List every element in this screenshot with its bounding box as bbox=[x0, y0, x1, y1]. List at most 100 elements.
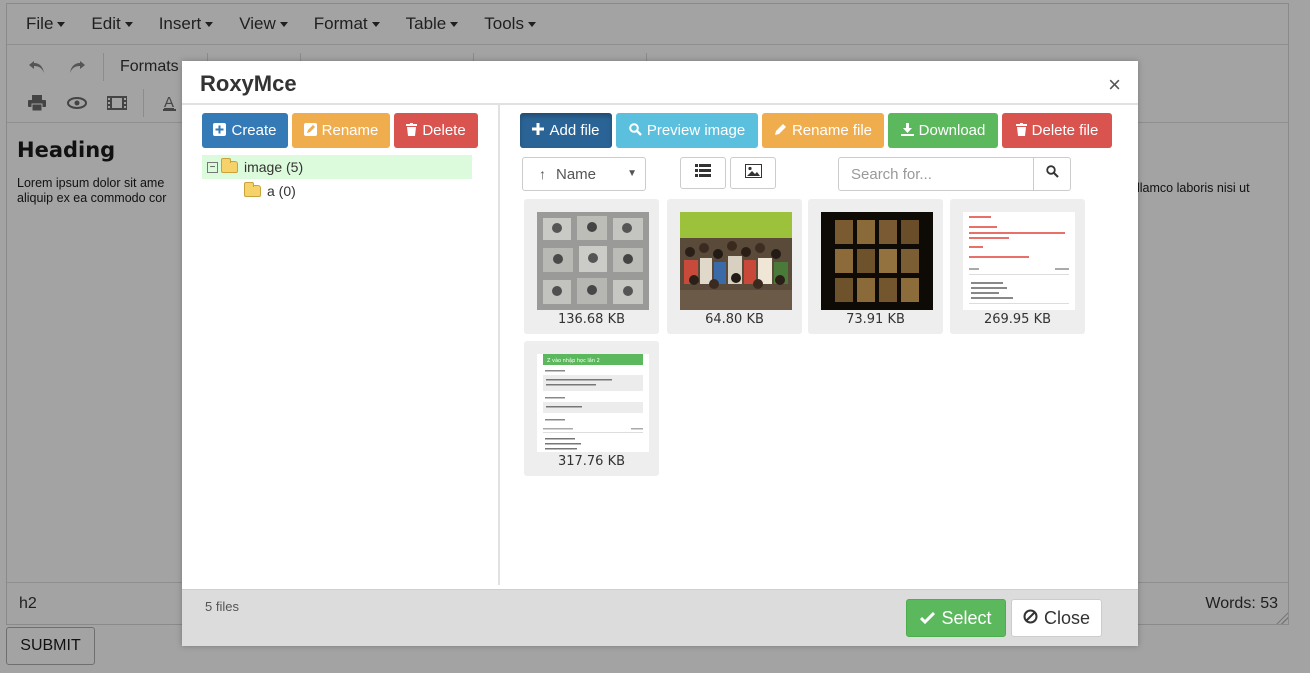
toolbar-divider bbox=[103, 53, 104, 81]
menu-edit[interactable]: Edit bbox=[85, 14, 138, 34]
chevron-down-icon bbox=[57, 22, 66, 28]
chevron-down-icon bbox=[527, 22, 536, 28]
menu-insert[interactable]: Insert bbox=[153, 14, 220, 34]
folder-open-icon bbox=[221, 158, 238, 173]
submit-button[interactable]: SUBMIT bbox=[6, 627, 95, 665]
select-button[interactable]: Select bbox=[906, 599, 1006, 637]
select-label: Select bbox=[941, 607, 992, 628]
trash-icon bbox=[406, 122, 418, 139]
editor-menubar: File Edit Insert View Format Table Tools bbox=[7, 4, 1288, 45]
dialog-close-x-button[interactable]: × bbox=[1108, 74, 1121, 96]
plus-icon bbox=[532, 123, 545, 138]
create-folder-button[interactable]: Create bbox=[202, 113, 288, 148]
search-icon bbox=[629, 122, 642, 139]
download-button[interactable]: Download bbox=[888, 113, 998, 148]
tree-item-label: image (5) bbox=[244, 159, 304, 175]
edit-square-icon bbox=[303, 122, 317, 139]
chevron-down-icon bbox=[205, 22, 214, 28]
file-size: 269.95 KB bbox=[983, 312, 1052, 327]
sort-label: Name bbox=[556, 165, 597, 183]
toolbar-divider bbox=[143, 89, 144, 117]
file-tile[interactable]: 73.91 KB bbox=[808, 199, 943, 334]
ban-icon bbox=[1023, 608, 1038, 629]
close-button[interactable]: Close bbox=[1011, 599, 1102, 637]
pencil-icon bbox=[774, 123, 787, 139]
dialog-footer: 5 files Select Close bbox=[182, 589, 1138, 646]
rename-folder-button[interactable]: Rename bbox=[292, 113, 390, 148]
file-tile[interactable]: Z vào nhập học lần 2 317.76 KB bbox=[524, 341, 659, 476]
sort-arrow-icon: ↑ bbox=[539, 166, 546, 182]
delete-file-button[interactable]: Delete file bbox=[1002, 113, 1112, 148]
download-label: Download bbox=[918, 122, 986, 139]
tree-item-a[interactable]: a (0) bbox=[202, 179, 472, 203]
list-icon bbox=[695, 164, 711, 182]
preview-eye-icon[interactable] bbox=[57, 88, 97, 118]
plus-square-icon bbox=[213, 122, 227, 139]
picture-icon bbox=[744, 163, 762, 183]
redo-icon[interactable] bbox=[57, 52, 97, 82]
file-size: 64.80 KB bbox=[705, 312, 764, 327]
dialog-title: RoxyMce bbox=[200, 71, 297, 96]
thumbnail-header-text: Z vào nhập học lần 2 bbox=[547, 356, 600, 364]
file-tile[interactable]: 136.68 KB bbox=[524, 199, 659, 334]
file-size: 136.68 KB bbox=[557, 312, 626, 327]
resize-handle[interactable] bbox=[1276, 612, 1288, 624]
preview-image-button[interactable]: Preview image bbox=[616, 113, 758, 148]
file-manager-dialog: RoxyMce × Create Rename Delete − image (… bbox=[182, 61, 1138, 646]
delete-file-label: Delete file bbox=[1031, 122, 1099, 139]
paragraph-line-right: llamco laboris nisi ut bbox=[1137, 181, 1250, 195]
chevron-down-icon bbox=[371, 22, 380, 28]
delete-folder-label: Delete bbox=[422, 122, 466, 139]
collapse-toggle-icon[interactable]: − bbox=[207, 161, 218, 173]
thumbnail-photo-crowd bbox=[680, 212, 792, 310]
list-view-button[interactable] bbox=[680, 157, 726, 189]
check-icon bbox=[920, 608, 936, 629]
thumbnail-photo-grid bbox=[821, 212, 933, 310]
word-count: Words: 53 bbox=[1205, 594, 1278, 612]
search-input[interactable] bbox=[838, 157, 1034, 191]
directory-pane: Create Rename Delete − image (5) a (0) bbox=[182, 105, 500, 585]
delete-folder-button[interactable]: Delete bbox=[394, 113, 478, 148]
dialog-header: RoxyMce × bbox=[182, 61, 1138, 105]
menu-tools[interactable]: Tools bbox=[478, 14, 542, 34]
thumbnail-document-red bbox=[963, 212, 1075, 310]
preview-image-label: Preview image bbox=[646, 122, 746, 139]
svg-text:A: A bbox=[164, 94, 174, 111]
element-path[interactable]: h2 bbox=[19, 595, 37, 613]
search-icon bbox=[1045, 165, 1059, 183]
file-tile[interactable]: 269.95 KB bbox=[950, 199, 1085, 334]
add-file-button[interactable]: Add file bbox=[520, 113, 612, 148]
chevron-down-icon bbox=[279, 22, 288, 28]
menu-file[interactable]: File bbox=[20, 14, 71, 34]
file-size: 317.76 KB bbox=[557, 454, 626, 469]
media-film-icon[interactable] bbox=[97, 88, 137, 118]
trash-icon bbox=[1015, 122, 1027, 139]
chevron-down-icon bbox=[450, 22, 459, 28]
thumbnail-view-button[interactable] bbox=[730, 157, 776, 189]
file-tile[interactable]: 64.80 KB bbox=[667, 199, 802, 334]
menu-view[interactable]: View bbox=[233, 14, 294, 34]
add-file-label: Add file bbox=[549, 122, 600, 139]
rename-file-label: Rename file bbox=[791, 122, 873, 139]
menu-table[interactable]: Table bbox=[400, 14, 465, 34]
tree-item-image[interactable]: − image (5) bbox=[202, 155, 472, 179]
thumbnail-photo-sketches bbox=[537, 212, 649, 310]
file-count: 5 files bbox=[205, 599, 239, 614]
rename-folder-label: Rename bbox=[321, 122, 379, 139]
rename-file-button[interactable]: Rename file bbox=[762, 113, 884, 148]
chevron-down-icon bbox=[124, 22, 133, 28]
close-label: Close bbox=[1043, 607, 1091, 628]
undo-icon[interactable] bbox=[17, 52, 57, 82]
thumbnail-document-green: Z vào nhập học lần 2 bbox=[537, 354, 649, 452]
download-icon bbox=[900, 122, 914, 139]
tree-item-label: a (0) bbox=[267, 183, 296, 199]
caret-down-icon: ▼ bbox=[627, 168, 637, 179]
sort-select[interactable]: ↑ Name ▼ bbox=[522, 157, 646, 191]
search-button[interactable] bbox=[1033, 157, 1071, 191]
file-size: 73.91 KB bbox=[846, 312, 905, 327]
print-icon[interactable] bbox=[17, 88, 57, 118]
files-pane: Add file Preview image Rename file Downl… bbox=[502, 105, 1138, 585]
folder-icon bbox=[244, 182, 261, 197]
menu-format[interactable]: Format bbox=[308, 14, 386, 34]
directory-tree: − image (5) a (0) bbox=[202, 155, 472, 203]
